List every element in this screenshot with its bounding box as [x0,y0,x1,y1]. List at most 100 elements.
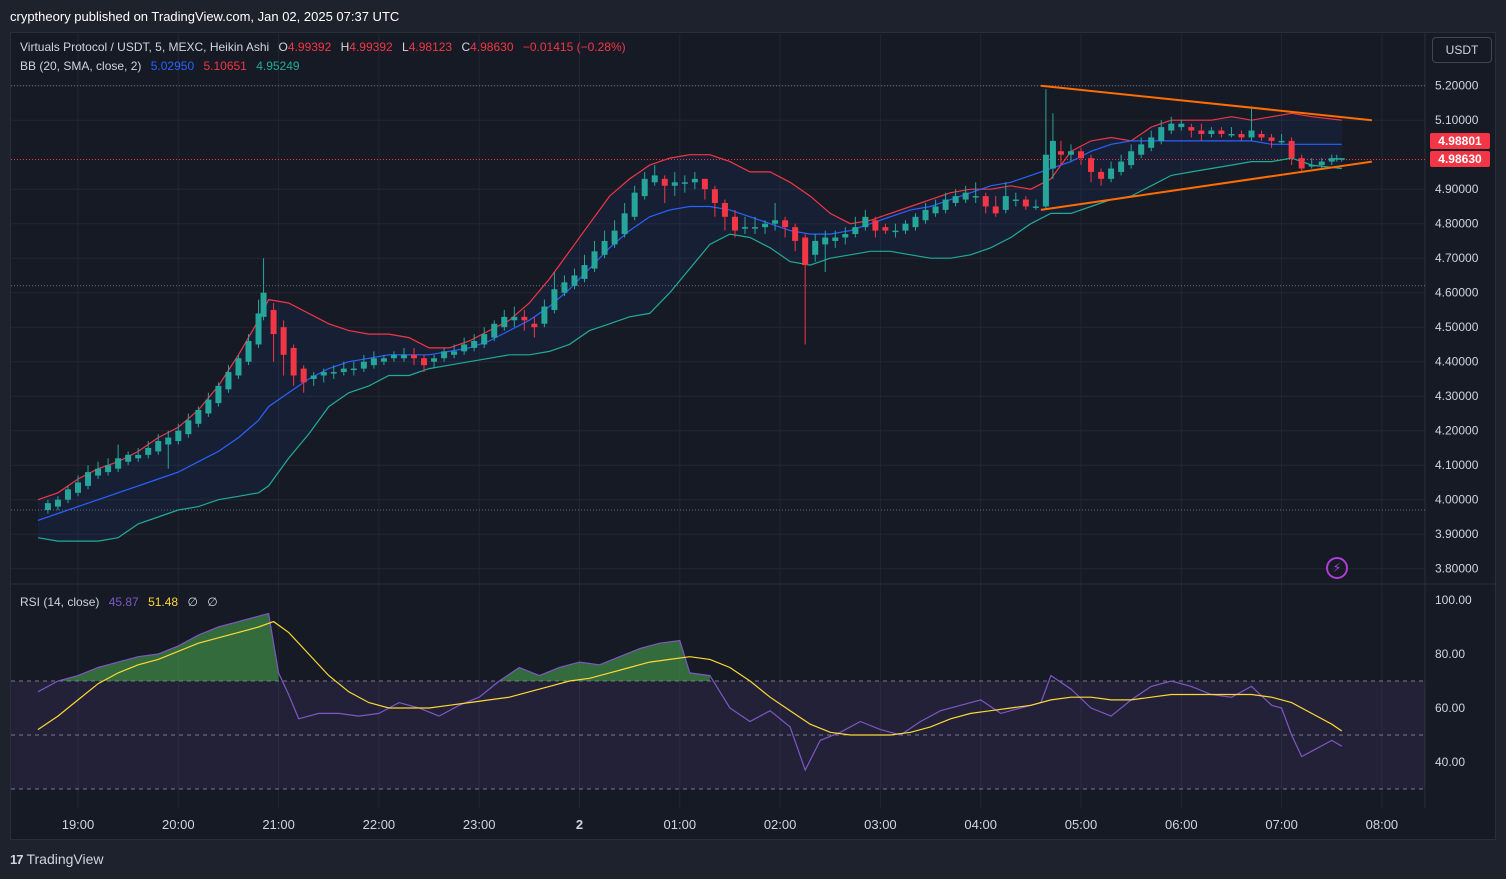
candle-body [1168,123,1175,131]
candle-body [390,354,397,359]
candle-body [1178,123,1185,128]
candle-body [802,237,809,266]
bb-legend[interactable]: BB (20, SMA, close, 2) 5.02950 5.10651 4… [20,59,306,73]
rsi-axis-label: 80.00 [1435,647,1465,661]
time-axis-label: 22:00 [363,817,396,832]
time-axis-label: 19:00 [62,817,95,832]
candle-body [601,240,608,255]
lightning-icon[interactable]: ⚡ [1326,557,1348,579]
candle-body [1338,158,1345,160]
candle-body [932,206,939,214]
candle-body [54,499,61,507]
candle-body [1128,151,1135,166]
price-axis-label: 4.20000 [1435,424,1479,438]
low-label: L [402,40,409,54]
candle-body [270,309,277,335]
candle-body [421,358,428,366]
bb-lower-value: 4.95249 [256,59,300,73]
candle-body [832,237,839,241]
candle-body [912,216,919,228]
candle-body [225,372,232,390]
candle-body [125,454,132,462]
candle-body [561,282,568,293]
price-axis-label: 4.90000 [1435,182,1479,196]
time-axis-label: 2 [576,817,583,832]
price-tag-last: 4.98630 [1430,151,1490,167]
candle-body [431,358,438,362]
candle-body [1032,206,1039,208]
candle-body [501,316,508,328]
candle-body [1108,168,1115,179]
candle-body [350,368,357,371]
high-value: 4.99392 [349,40,393,54]
candle-body [511,316,518,321]
candle-body [581,265,588,279]
price-axis-label: 4.10000 [1435,458,1479,472]
candle-body [521,316,528,321]
candle-body [370,358,377,366]
candle-body [862,216,869,228]
bottom-bar [0,840,1506,879]
candle-body [491,323,498,338]
tradingview-mark-icon: 17 [10,851,24,867]
symbol-legend[interactable]: Virtuals Protocol / USDT, 5, MEXC, Heiki… [20,40,632,54]
candle-body [380,358,387,362]
candle-body [1057,151,1064,155]
candle-body [1288,140,1295,159]
chart-svg[interactable]: 5.20000 5.10000 4.90000 4.80000 4.70000 4.600… [0,0,1506,879]
candle-body [962,192,969,200]
candle-body [310,375,317,379]
candle-body [1118,161,1125,172]
candle-body [892,230,899,233]
candle-body [1188,127,1195,131]
candle-body [691,178,698,183]
candle-body [195,410,202,424]
candle-body [661,178,668,186]
price-axis-label: 5.10000 [1435,113,1479,127]
rsi-extra-2: ∅ [207,595,218,609]
candle-body [185,420,192,435]
price-tag-upper: 4.98801 [1430,133,1490,149]
candle-body [671,182,678,186]
candle-body [215,385,222,404]
candle-body [922,209,929,221]
rsi-legend[interactable]: RSI (14, close) 45.87 51.48 ∅ ∅ [20,595,224,609]
candle-body [1002,196,1009,210]
candle-body [651,175,658,183]
candle-body [260,292,267,317]
candle-body [992,206,999,214]
candle-body [1268,137,1275,141]
symbol-title[interactable]: Virtuals Protocol / USDT, 5, MEXC, Heiki… [20,40,269,54]
candle-body [772,220,779,224]
candle-body [280,327,287,355]
bb-label[interactable]: BB (20, SMA, close, 2) [20,59,141,73]
candle-body [531,323,538,328]
candle-body [782,220,789,228]
candle-body [155,441,162,452]
candle-body [952,196,959,203]
high-label: H [340,40,350,54]
candle-body [1228,134,1235,136]
candle-body [1238,134,1245,138]
price-axis-label: 4.50000 [1435,320,1479,334]
currency-button[interactable]: USDT [1432,37,1492,63]
bb-basis-value: 5.02950 [150,59,195,73]
candle-body [205,399,212,414]
rsi-axis-label: 100.00 [1435,593,1472,607]
time-axis-label: 23:00 [463,817,496,832]
candle-body [1078,151,1084,159]
rsi-value: 45.87 [108,595,139,609]
candle-body [942,199,949,210]
candle-body [701,178,708,190]
candle-body [1067,151,1074,155]
rsi-label[interactable]: RSI (14, close) [20,595,99,609]
price-axis-label: 4.80000 [1435,217,1479,231]
candle-body [741,227,748,229]
close-value: 4.98630 [470,40,514,54]
tradingview-logo[interactable]: 17 TradingView [10,851,104,867]
rsi-overbought-fill [499,640,710,681]
candle-body [95,468,102,476]
candle-body [752,227,759,229]
price-axis-label: 4.70000 [1435,251,1479,265]
candle-body [1198,130,1205,134]
